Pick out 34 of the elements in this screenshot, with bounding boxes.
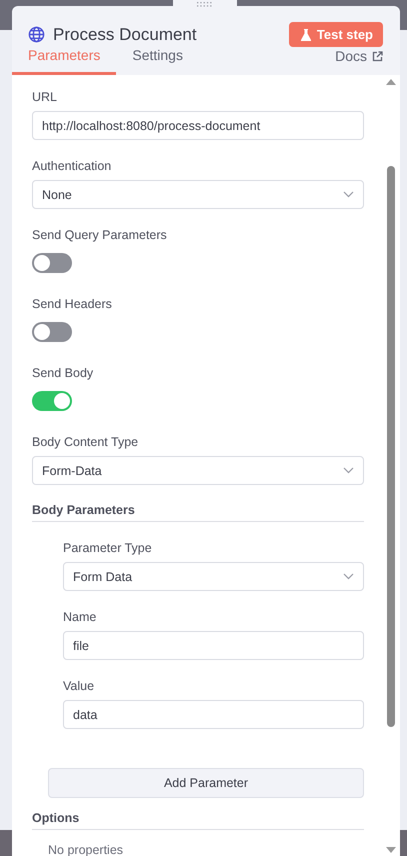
section-title: Options <box>32 811 364 830</box>
field-label: Value <box>63 678 96 694</box>
dropdown-select[interactable]: Form Data <box>63 562 364 591</box>
node-title: Process Document <box>53 24 198 44</box>
drag-handle[interactable] <box>173 0 237 9</box>
field-label: Body Content Type <box>32 434 140 450</box>
section-title: Body Parameters <box>32 503 364 522</box>
field-label: Send Body <box>32 365 94 381</box>
scrollbar-thumb[interactable] <box>387 166 395 727</box>
chevron-down-icon <box>343 191 354 198</box>
tab[interactable]: Settings <box>116 47 199 75</box>
dropdown-select[interactable]: None <box>32 180 364 209</box>
toggle-switch[interactable] <box>32 391 72 411</box>
flask-icon <box>300 28 311 40</box>
external-link-icon <box>372 50 383 62</box>
chevron-down-icon <box>343 573 354 580</box>
scroll-up-icon[interactable] <box>386 79 396 85</box>
text-field[interactable]: data <box>63 700 364 729</box>
field-label: Send Query Parameters <box>32 227 168 243</box>
field-label: URL <box>32 89 58 105</box>
toggle-switch[interactable] <box>32 322 72 342</box>
add-parameter-button[interactable]: Add Parameter <box>48 768 364 798</box>
field-label: Parameter Type <box>63 540 153 556</box>
scroll-down-icon[interactable] <box>386 847 396 853</box>
field-label: Name <box>63 609 98 625</box>
field-label: Send Headers <box>32 296 113 312</box>
field-label: Authentication <box>32 158 112 174</box>
docs-link[interactable]: Docs <box>335 48 383 64</box>
chevron-down-icon <box>343 467 354 474</box>
globe-icon <box>28 26 45 43</box>
toggle-switch[interactable] <box>32 253 72 273</box>
text-field[interactable]: file <box>63 631 364 660</box>
text-field[interactable]: http://localhost:8080/process-document <box>32 111 364 140</box>
dropdown-select[interactable]: Form-Data <box>32 456 364 485</box>
